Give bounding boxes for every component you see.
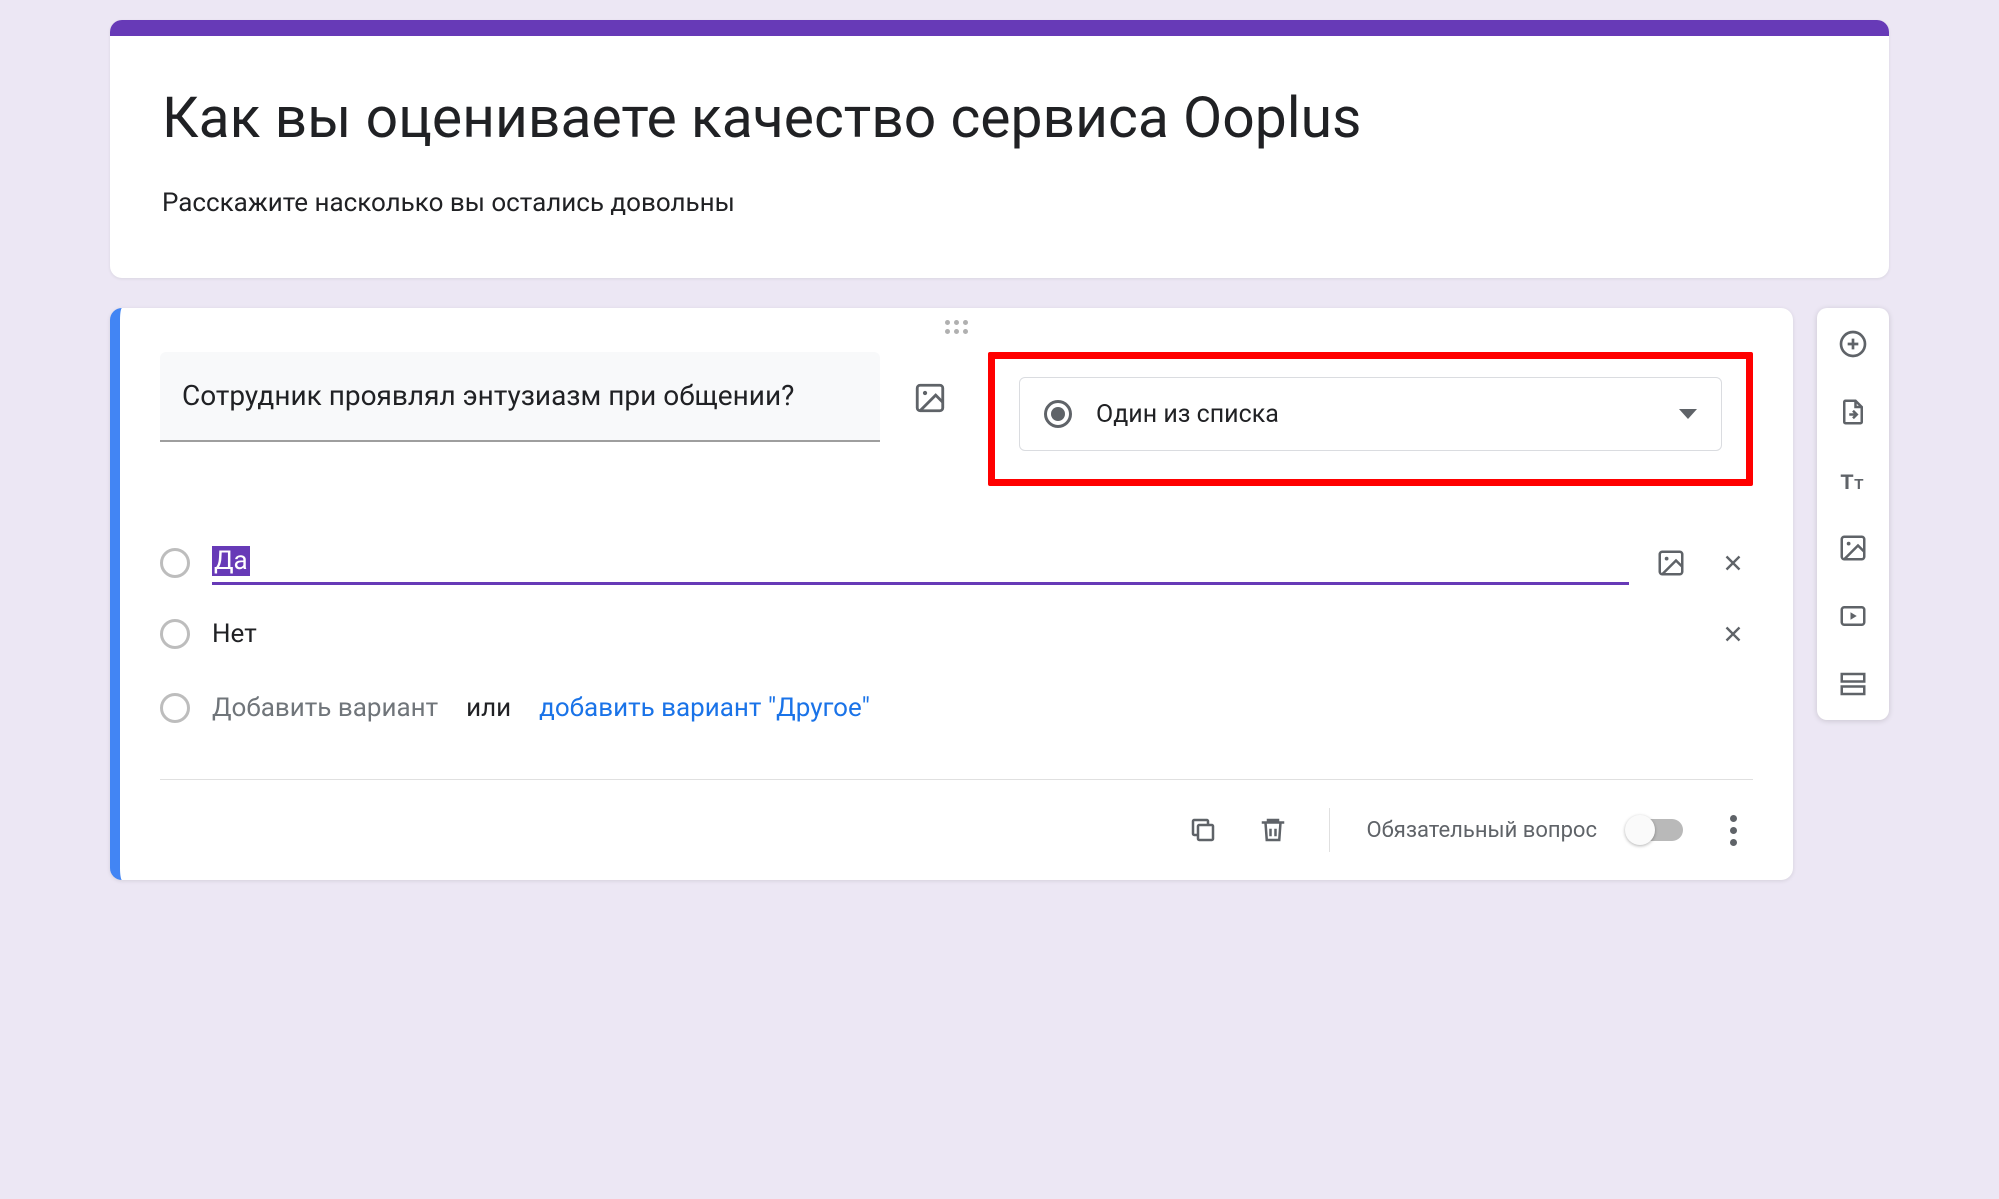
option-row: Нет bbox=[160, 599, 1753, 669]
svg-text:T: T bbox=[1841, 470, 1854, 494]
add-section-button[interactable] bbox=[1831, 662, 1875, 706]
highlight-annotation: Один из списка bbox=[988, 352, 1753, 486]
drag-handle-icon[interactable] bbox=[937, 318, 977, 336]
question-footer: Обязательный вопрос bbox=[160, 779, 1753, 880]
add-question-button[interactable] bbox=[1831, 322, 1875, 366]
option-input[interactable]: Нет bbox=[212, 613, 1691, 655]
radio-icon bbox=[1044, 400, 1072, 428]
or-text: или bbox=[466, 693, 511, 723]
add-question-image-button[interactable] bbox=[908, 376, 952, 420]
form-title[interactable]: Как вы оцениваете качество сервиса Ooplu… bbox=[162, 84, 1837, 152]
duplicate-button[interactable] bbox=[1183, 810, 1223, 850]
option-radio-icon bbox=[160, 693, 190, 723]
required-label: Обязательный вопрос bbox=[1366, 818, 1597, 843]
option-remove-button[interactable] bbox=[1713, 614, 1753, 654]
import-questions-button[interactable] bbox=[1831, 390, 1875, 434]
form-description[interactable]: Расскажите насколько вы остались довольн… bbox=[162, 188, 1837, 218]
add-option-button[interactable]: Добавить вариант bbox=[212, 693, 438, 723]
delete-button[interactable] bbox=[1253, 810, 1293, 850]
add-option-row: Добавить вариант или добавить вариант "Д… bbox=[160, 669, 1753, 759]
question-text-input[interactable]: Сотрудник проявлял энтузиазм при общении… bbox=[160, 352, 880, 441]
question-card: Сотрудник проявлял энтузиазм при общении… bbox=[110, 308, 1793, 880]
add-image-button[interactable] bbox=[1831, 526, 1875, 570]
required-toggle[interactable] bbox=[1627, 819, 1683, 841]
option-radio-icon bbox=[160, 548, 190, 578]
option-row: Да bbox=[160, 526, 1753, 599]
option-image-button[interactable] bbox=[1651, 543, 1691, 583]
option-radio-icon bbox=[160, 619, 190, 649]
chevron-down-icon bbox=[1679, 409, 1697, 419]
add-video-button[interactable] bbox=[1831, 594, 1875, 638]
side-toolbar: TT bbox=[1817, 308, 1889, 720]
option-remove-button[interactable] bbox=[1713, 543, 1753, 583]
more-options-button[interactable] bbox=[1713, 810, 1753, 850]
options-list: Да Нет bbox=[120, 496, 1793, 759]
add-title-button[interactable]: TT bbox=[1831, 458, 1875, 502]
svg-text:T: T bbox=[1854, 476, 1863, 493]
header-accent-bar bbox=[110, 20, 1889, 36]
question-type-dropdown[interactable]: Один из списка bbox=[1019, 377, 1722, 451]
form-header-card: Как вы оцениваете качество сервиса Ooplu… bbox=[110, 20, 1889, 278]
option-input[interactable]: Да bbox=[212, 540, 1629, 585]
question-type-label: Один из списка bbox=[1096, 400, 1655, 429]
divider bbox=[1329, 808, 1330, 852]
add-other-button[interactable]: добавить вариант "Другое" bbox=[539, 693, 870, 723]
